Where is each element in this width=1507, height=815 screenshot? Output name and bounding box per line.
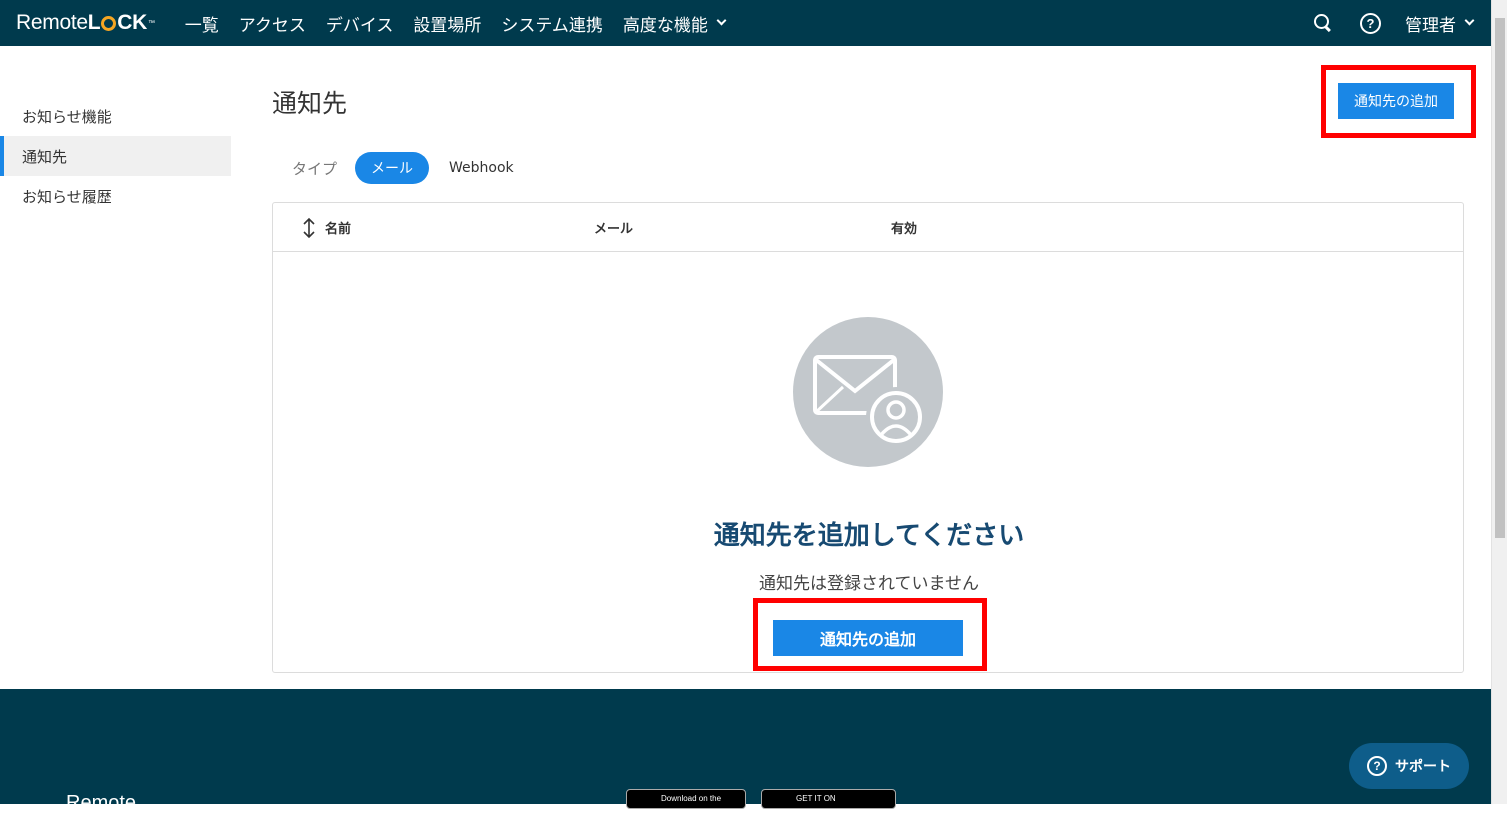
recipients-table: 名前 メール 有効 通知先を追加してください 通知先は登録されていません 通知先… <box>272 202 1464 673</box>
empty-state-title: 通知先を追加してください <box>713 521 1025 551</box>
top-nav-bar: Remote L CK ™ 一覧 アクセス デバイス 設置場所 システム連携 高度な機… <box>0 0 1491 46</box>
support-label: サポート <box>1395 759 1451 775</box>
support-button[interactable]: ? サポート <box>1349 743 1469 789</box>
sidebar-item-recipients[interactable]: 通知先 <box>0 136 231 176</box>
app-store-badge-text: Download on the <box>661 794 722 803</box>
tab-email[interactable]: メール <box>355 152 430 184</box>
nav-item-locations[interactable]: 設置場所 <box>413 11 481 36</box>
nav-item-list[interactable]: 一覧 <box>185 11 219 36</box>
tabs-label: タイプ <box>292 159 338 178</box>
page-title: 通知先 <box>272 89 348 118</box>
user-menu[interactable]: 管理者 <box>1405 11 1475 36</box>
help-icon[interactable]: ? <box>1360 12 1381 34</box>
logo-trademark: ™ <box>148 19 155 27</box>
add-recipient-button-empty[interactable]: 通知先の追加 <box>773 620 963 656</box>
google-play-badge[interactable]: GET IT ON <box>761 789 896 809</box>
sidebar-item-notification-history[interactable]: お知らせ履歴 <box>0 176 231 216</box>
logo-text-remote: Remote <box>16 11 88 34</box>
google-play-badge-text: GET IT ON <box>796 794 836 803</box>
search-icon[interactable] <box>1314 14 1332 32</box>
top-right-tools: ? 管理者 <box>1314 11 1475 36</box>
remotelock-logo[interactable]: Remote L CK ™ <box>16 11 155 35</box>
chevron-down-icon <box>716 15 727 26</box>
main-nav: 一覧 アクセス デバイス 設置場所 システム連携 高度な機能 <box>185 11 745 36</box>
sidebar-item-notification-features[interactable]: お知らせ機能 <box>0 96 231 136</box>
nav-item-access[interactable]: アクセス <box>239 11 306 36</box>
logo-text-ck: CK <box>117 11 147 34</box>
page-scrollbar[interactable] <box>1491 0 1507 804</box>
logo-o-ring-icon <box>101 15 117 31</box>
nav-item-devices[interactable]: デバイス <box>326 11 394 36</box>
type-tabs: タイプ メール Webhook <box>292 152 534 184</box>
logo-text-l: L <box>87 11 101 34</box>
help-circle-icon: ? <box>1367 756 1387 776</box>
nav-item-advanced[interactable]: 高度な機能 <box>622 11 727 36</box>
page-footer <box>0 689 1491 804</box>
tab-webhook[interactable]: Webhook <box>433 152 530 184</box>
footer-logo-remote: Remote <box>66 792 137 814</box>
sidebar: お知らせ機能 通知先 お知らせ履歴 <box>0 96 231 216</box>
table-header: 名前 メール 有効 <box>273 203 1463 252</box>
scrollbar-thumb[interactable] <box>1495 18 1505 538</box>
column-header-email: メール <box>594 221 634 237</box>
chevron-down-icon <box>1464 15 1475 26</box>
app-store-badge[interactable]: Download on the <box>626 789 746 809</box>
add-recipient-button-top[interactable]: 通知先の追加 <box>1338 83 1454 119</box>
nav-item-integrations[interactable]: システム連携 <box>501 11 603 36</box>
mail-user-icon <box>793 317 943 467</box>
empty-state-subtitle: 通知先は登録されていません <box>759 574 979 594</box>
nav-item-advanced-label: 高度な機能 <box>622 15 708 36</box>
sort-icon[interactable] <box>301 217 317 239</box>
column-header-name[interactable]: 名前 <box>325 218 351 237</box>
user-name: 管理者 <box>1405 15 1456 36</box>
column-header-enabled: 有効 <box>891 221 918 237</box>
